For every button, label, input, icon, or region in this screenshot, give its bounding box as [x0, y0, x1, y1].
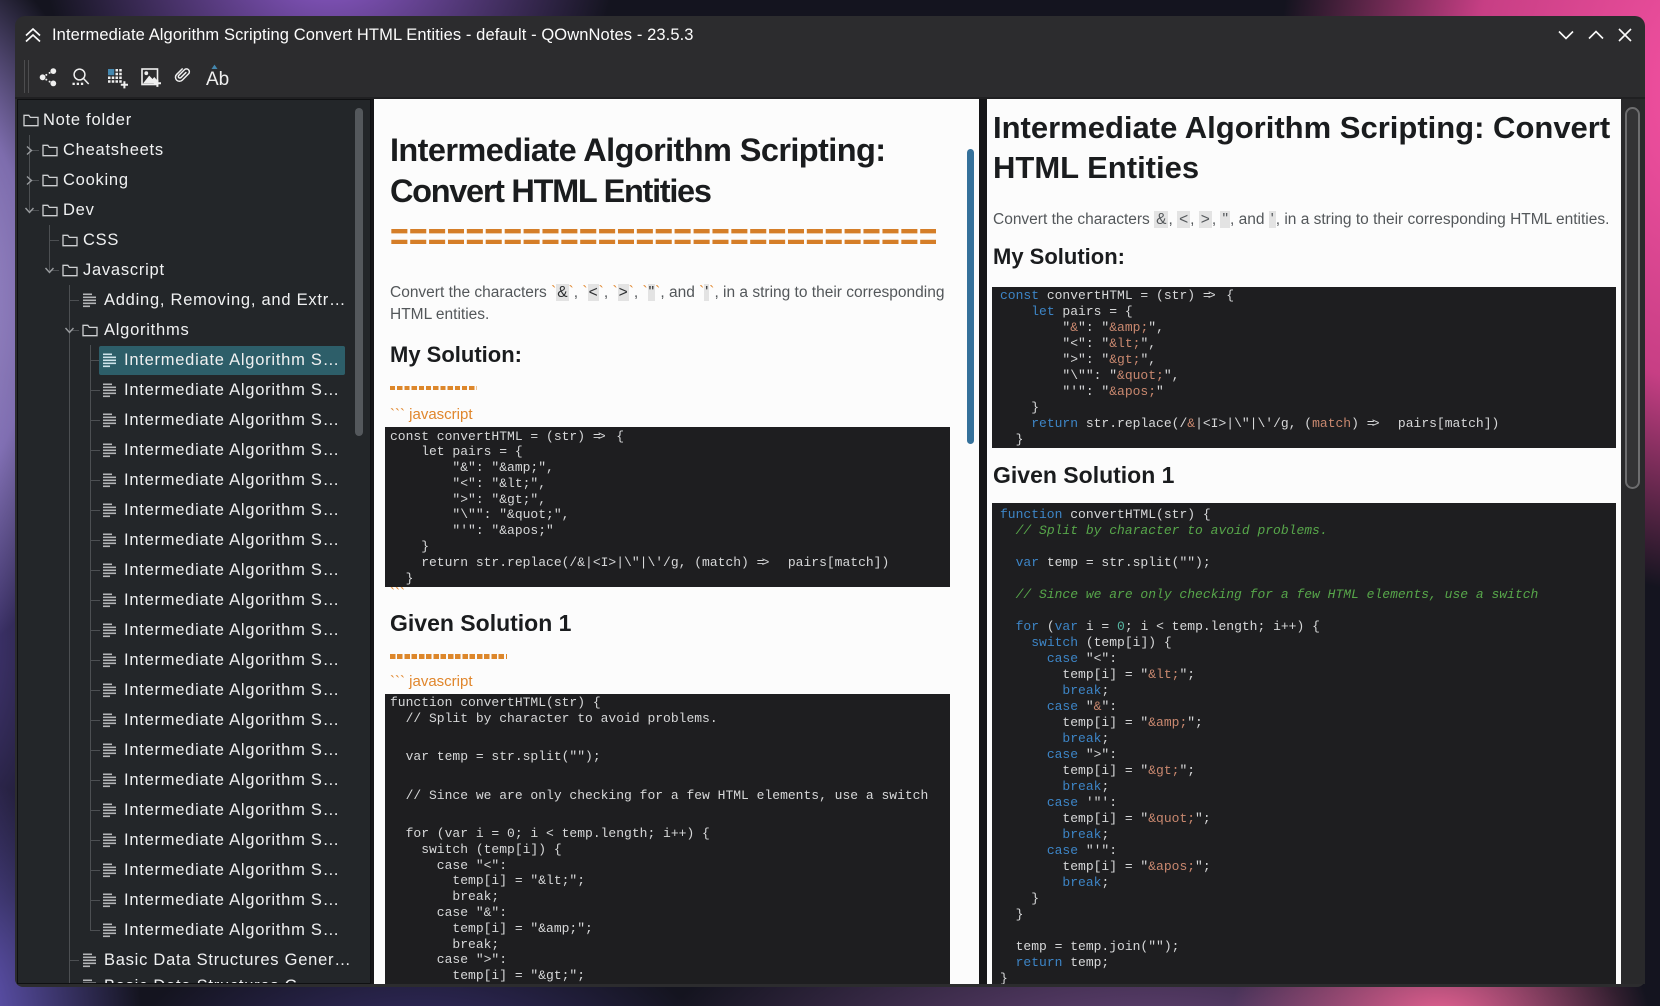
svg-text:Ab: Ab [206, 69, 229, 90]
